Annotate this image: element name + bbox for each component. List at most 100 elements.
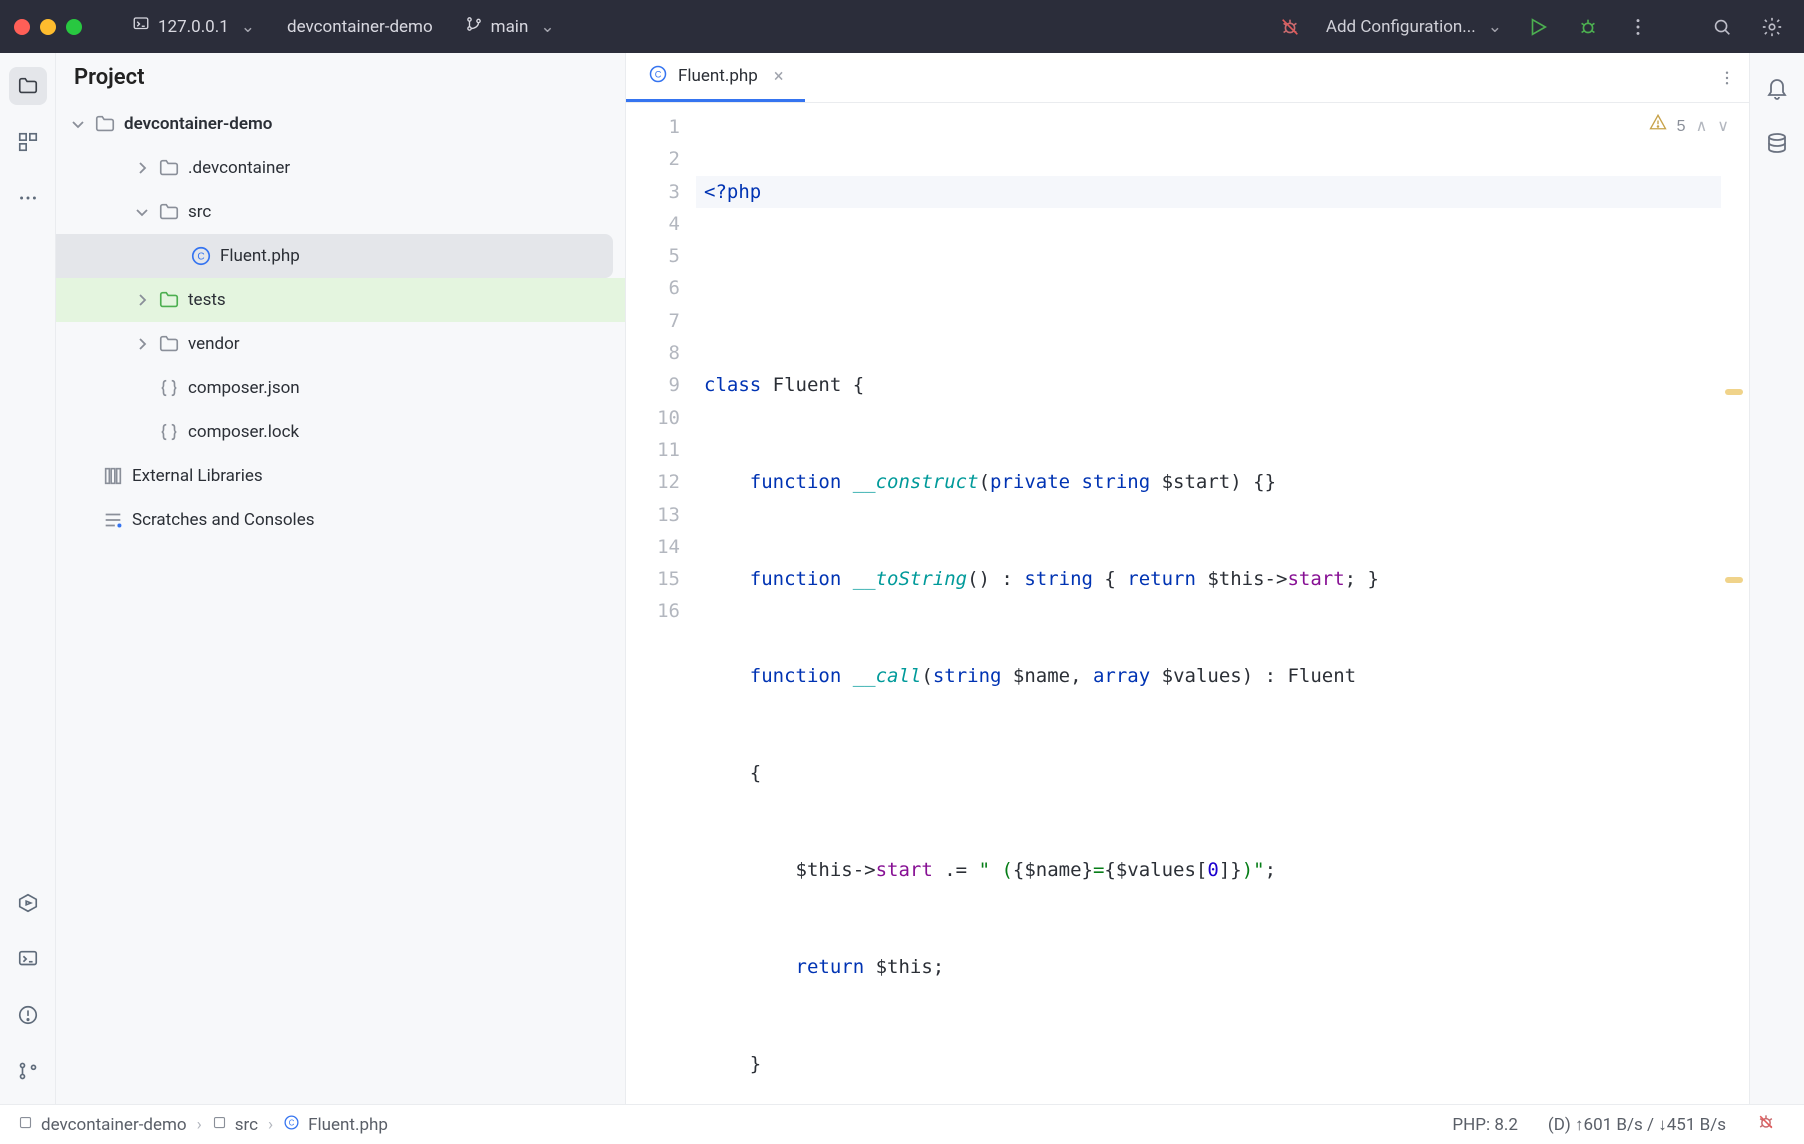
chevron-down-icon: ⌄ [241, 17, 255, 37]
project-tool-button[interactable] [9, 67, 47, 105]
svg-text:C: C [289, 1118, 295, 1127]
inspection-widget[interactable]: 5 ∧ ∨ [1649, 113, 1729, 140]
chevron-down-icon: ⌄ [1488, 17, 1502, 37]
remote-host-chip[interactable]: 127.0.0.1 ⌄ [122, 9, 265, 44]
vcs-branch-chip[interactable]: main ⌄ [455, 9, 565, 44]
debug-disabled-icon[interactable] [1272, 9, 1308, 45]
tree-item-label: vendor [188, 334, 240, 354]
breadcrumb-file[interactable]: C Fluent.php [283, 1114, 388, 1136]
window-minimize-button[interactable] [40, 19, 56, 35]
vcs-tool-button[interactable] [9, 1052, 47, 1090]
tree-item-label: External Libraries [132, 466, 263, 486]
tree-item-fluent-php[interactable]: C Fluent.php [56, 234, 613, 278]
left-toolstripe [0, 53, 56, 1104]
tree-root-label: devcontainer-demo [124, 114, 272, 134]
tree-item-composer-json[interactable]: composer.json [56, 366, 625, 410]
debug-button[interactable] [1570, 9, 1606, 45]
warning-count: 5 [1677, 113, 1686, 140]
editor-tabs: C Fluent.php × [626, 53, 1749, 103]
vcs-branch-label: main [491, 17, 529, 37]
tree-item-label: src [188, 202, 211, 222]
tree-item-label: .devcontainer [188, 158, 290, 178]
chevron-down-icon [134, 204, 150, 220]
editor-tab-label: Fluent.php [678, 66, 758, 86]
window-zoom-button[interactable] [66, 19, 82, 35]
structure-tool-button[interactable] [9, 123, 47, 161]
code-content[interactable]: <?php class Fluent { function __construc… [696, 103, 1721, 1104]
svg-text:C: C [197, 252, 204, 263]
tree-item-vendor[interactable]: vendor [56, 322, 625, 366]
json-file-icon [158, 421, 180, 443]
tree-item-label: composer.json [188, 378, 300, 398]
status-bar: devcontainer-demo › src › C Fluent.php P… [0, 1104, 1804, 1144]
module-icon [212, 1115, 227, 1135]
svg-text:C: C [655, 69, 662, 79]
settings-button[interactable] [1754, 9, 1790, 45]
right-toolstripe [1749, 53, 1804, 1104]
breadcrumb-label: src [235, 1115, 258, 1135]
tree-item-label: Fluent.php [220, 246, 300, 266]
breadcrumb-src[interactable]: src [212, 1115, 258, 1135]
tree-item-devcontainer[interactable]: .devcontainer [56, 146, 625, 190]
editor-tab-fluent-php[interactable]: C Fluent.php × [626, 53, 805, 102]
php-class-icon: C [190, 245, 212, 267]
problems-tool-button[interactable] [9, 996, 47, 1034]
no-chevron [166, 248, 182, 264]
editor: C Fluent.php × 1 2 3 4 5 6 7 8 9 10 11 [626, 53, 1749, 1104]
tree-item-label: composer.lock [188, 422, 299, 442]
error-stripe[interactable] [1721, 103, 1749, 1104]
debug-listener-status[interactable] [1746, 1112, 1786, 1137]
branch-icon [465, 15, 483, 38]
code-area[interactable]: 1 2 3 4 5 6 7 8 9 10 11 12 13 14 15 16 <… [626, 103, 1749, 1104]
tree-item-tests[interactable]: tests [56, 278, 625, 322]
project-name[interactable]: devcontainer-demo [279, 17, 441, 37]
more-actions-button[interactable] [1620, 9, 1656, 45]
no-chevron [134, 380, 150, 396]
prev-highlight-button[interactable]: ∧ [1696, 113, 1708, 140]
tree-item-label: tests [188, 290, 226, 310]
terminal-tool-button[interactable] [9, 940, 47, 978]
php-class-icon: C [283, 1114, 300, 1136]
php-version-status[interactable]: PHP: 8.2 [1442, 1115, 1528, 1135]
tree-scratches[interactable]: Scratches and Consoles [56, 498, 625, 542]
folder-icon [158, 157, 180, 179]
line-gutter: 1 2 3 4 5 6 7 8 9 10 11 12 13 14 15 16 [626, 103, 696, 1104]
php-class-icon: C [648, 64, 668, 89]
folder-icon [158, 201, 180, 223]
editor-tab-menu[interactable] [1705, 53, 1749, 102]
more-tools-button[interactable] [9, 179, 47, 217]
terminal-icon [132, 15, 150, 38]
tree-item-src[interactable]: src [56, 190, 625, 234]
search-everywhere-button[interactable] [1704, 9, 1740, 45]
window-controls [14, 19, 82, 35]
no-chevron [134, 424, 150, 440]
folder-icon [158, 333, 180, 355]
module-icon [18, 1115, 33, 1135]
notifications-tool-button[interactable] [1762, 73, 1792, 103]
main-area: Project devcontainer-demo .devcontainer … [0, 53, 1804, 1104]
window-close-button[interactable] [14, 19, 30, 35]
tree-root[interactable]: devcontainer-demo [56, 102, 625, 146]
services-tool-button[interactable] [9, 884, 47, 922]
run-configuration-selector[interactable]: Add Configuration... ⌄ [1322, 17, 1506, 37]
tree-item-composer-lock[interactable]: composer.lock [56, 410, 625, 454]
network-status[interactable]: (D) ↑601 B/s / ↓451 B/s [1538, 1115, 1736, 1135]
tree-item-label: Scratches and Consoles [132, 510, 314, 530]
breadcrumb-label: devcontainer-demo [41, 1115, 187, 1135]
folder-icon [94, 113, 116, 135]
chevron-right-icon [134, 160, 150, 176]
warning-marker[interactable] [1725, 389, 1743, 395]
project-panel: Project devcontainer-demo .devcontainer … [56, 53, 626, 1104]
chevron-down-icon [70, 116, 86, 132]
breadcrumb-project[interactable]: devcontainer-demo [18, 1115, 187, 1135]
close-tab-button[interactable]: × [774, 66, 784, 87]
project-tree[interactable]: devcontainer-demo .devcontainer src C Fl… [56, 102, 625, 1104]
chevron-right-icon [134, 292, 150, 308]
warning-marker[interactable] [1725, 577, 1743, 583]
run-button[interactable] [1520, 9, 1556, 45]
chevron-down-icon: ⌄ [540, 17, 554, 37]
breadcrumb-separator: › [197, 1115, 202, 1135]
tree-external-libraries[interactable]: External Libraries [56, 454, 625, 498]
database-tool-button[interactable] [1762, 129, 1792, 159]
library-icon [102, 465, 124, 487]
